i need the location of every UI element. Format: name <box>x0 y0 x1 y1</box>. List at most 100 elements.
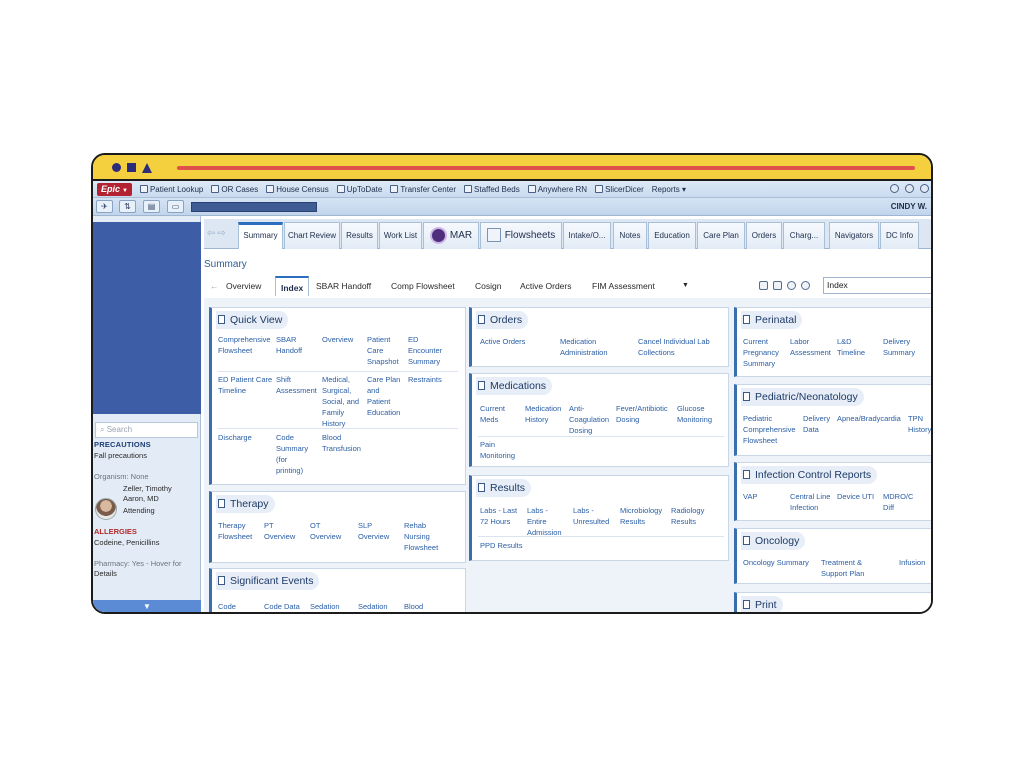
index-link[interactable]: SBAR Handoff <box>276 334 302 356</box>
index-link[interactable]: Rehab Nursing Flowsheet <box>404 520 438 553</box>
sidebar-search-input[interactable]: ⌕ Search <box>95 422 198 438</box>
index-link[interactable]: Pain Monitoring <box>480 439 515 461</box>
tab-intake-o[interactable]: Intake/O... <box>563 222 611 249</box>
index-link[interactable]: Labs - Unresulted <box>573 505 609 527</box>
tab-charg[interactable]: Charg... <box>783 222 825 249</box>
index-link[interactable]: Medication Administration <box>560 336 608 358</box>
index-link[interactable]: Labor Assessment <box>790 336 831 358</box>
index-link[interactable]: Microbiology Results <box>620 505 662 527</box>
tab-work-list[interactable]: Work List <box>379 222 422 249</box>
index-link[interactable]: Discharge <box>218 432 252 443</box>
index-link[interactable]: Active Orders <box>480 336 525 347</box>
index-link[interactable]: Medical, Surgical, Social, and Family Hi… <box>322 374 359 429</box>
back-arrow-icon[interactable]: ← <box>210 276 219 296</box>
folder-icon[interactable]: ▤ <box>143 200 160 213</box>
index-link[interactable]: Blood Transfusion <box>322 432 361 454</box>
index-link[interactable]: Sedation <box>358 601 388 612</box>
perinatal-card-title[interactable]: Perinatal <box>741 311 803 329</box>
index-link[interactable]: Current Meds <box>480 403 505 425</box>
tab-dc-info[interactable]: DC Info <box>880 222 919 249</box>
subtab-comp-flowsheet[interactable]: Comp Flowsheet <box>391 276 455 296</box>
menu-item[interactable]: House Census <box>266 185 329 194</box>
sidebar-scroll-down-button[interactable]: ▼ <box>93 600 201 612</box>
quick-view-card-title[interactable]: Quick View <box>216 311 289 329</box>
index-link[interactable]: Therapy Flowsheet <box>218 520 252 542</box>
oncology-card-title[interactable]: Oncology <box>741 532 806 550</box>
medications-card-title[interactable]: Medications <box>476 377 553 395</box>
back-forward-arrows-icon[interactable]: ⇦⇨ <box>207 228 228 239</box>
tab-navigators[interactable]: Navigators <box>829 222 879 249</box>
index-link[interactable]: Restraints <box>408 374 442 385</box>
index-link[interactable]: PT Overview <box>264 520 295 542</box>
index-link[interactable]: Code Data <box>264 601 300 612</box>
index-link[interactable]: Glucose Monitoring <box>677 403 712 425</box>
orders-card-title[interactable]: Orders <box>476 311 529 329</box>
index-link[interactable]: L&D Timeline <box>837 336 865 358</box>
index-link[interactable]: Comprehensive Flowsheet <box>218 334 271 356</box>
index-link[interactable]: Current Pregnancy Summary <box>743 336 779 369</box>
provider-name-line2[interactable]: Aaron, MD <box>123 494 159 504</box>
zoom-out-icon[interactable] <box>787 281 796 290</box>
index-search-input[interactable]: Index <box>823 277 931 294</box>
index-link[interactable]: Pediatric Comprehensive Flowsheet <box>743 413 796 446</box>
tab-education[interactable]: Education <box>648 222 696 249</box>
index-link[interactable]: Delivery Summary <box>883 336 915 358</box>
patient-header-bar[interactable] <box>191 202 317 212</box>
index-link[interactable]: Patient Care Snapshot <box>367 334 399 367</box>
tab-summary[interactable]: Summary <box>238 222 283 249</box>
index-link[interactable]: Delivery Data <box>803 413 830 435</box>
index-link[interactable]: Central Line Infection <box>790 491 830 513</box>
index-link[interactable]: ED Encounter Summary <box>408 334 442 367</box>
tab-flowsheets[interactable]: Flowsheets <box>480 222 562 249</box>
index-link[interactable]: Code <box>218 601 236 612</box>
screen-icon[interactable]: ▭ <box>167 200 184 213</box>
index-link[interactable]: OT Overview <box>310 520 341 542</box>
index-link[interactable]: Device UTI <box>837 491 874 502</box>
results-card-title[interactable]: Results <box>476 479 532 497</box>
index-link[interactable]: Medication History <box>525 403 561 425</box>
index-link[interactable]: Anti- Coagulation Dosing <box>569 403 609 436</box>
infection-control-card-title[interactable]: Infection Control Reports <box>741 466 878 484</box>
index-link[interactable]: Sedation <box>310 601 340 612</box>
subtab-index[interactable]: Index <box>275 276 310 296</box>
subtab-sbar-handoff[interactable]: SBAR Handoff <box>316 276 371 296</box>
index-link[interactable]: TPN History <box>908 413 931 435</box>
chevron-down-icon[interactable]: ▼ <box>682 276 689 296</box>
subtab-cosign[interactable]: Cosign <box>475 276 501 296</box>
therapy-card-title[interactable]: Therapy <box>216 495 275 513</box>
index-link[interactable]: Apnea/Bradycardia <box>837 413 901 424</box>
pharmacy-line1[interactable]: Pharmacy: Yes - Hover for <box>94 559 182 569</box>
menu-item[interactable]: OR Cases <box>211 185 258 194</box>
index-link[interactable]: Infusion <box>899 557 925 568</box>
print-card-title[interactable]: Print <box>741 596 783 612</box>
epic-menu-button[interactable]: Epic ▼ <box>97 182 132 196</box>
tab-mar[interactable]: MAR <box>423 222 479 249</box>
index-link[interactable]: Overview <box>322 334 353 345</box>
menu-item[interactable]: SlicerDicer <box>595 185 644 194</box>
index-link[interactable]: Fever/Antibiotic Dosing <box>616 403 668 425</box>
index-link[interactable]: Radiology Results <box>671 505 704 527</box>
tab-orders[interactable]: Orders <box>746 222 782 249</box>
pediatric-neonatology-card-title[interactable]: Pediatric/Neonatology <box>741 388 864 406</box>
tab-results[interactable]: Results <box>341 222 378 249</box>
index-link[interactable]: Blood <box>404 601 423 612</box>
index-link[interactable]: Care Plan and Patient Education <box>367 374 400 418</box>
pharmacy-line2[interactable]: Details <box>94 569 117 579</box>
menu-item[interactable]: Transfer Center <box>390 185 456 194</box>
menu-item[interactable]: Reports ▾ <box>652 185 686 194</box>
print-icon[interactable] <box>773 281 782 290</box>
provider-name-line1[interactable]: Zeller, Timothy <box>123 484 172 494</box>
index-link[interactable]: MDRO/C Diff <box>883 491 913 513</box>
index-link[interactable]: Code Summary (for printing) <box>276 432 308 476</box>
tab-care-plan[interactable]: Care Plan <box>697 222 745 249</box>
index-link[interactable]: SLP Overview <box>358 520 389 542</box>
menu-item[interactable]: Staffed Beds <box>464 185 520 194</box>
sort-icon[interactable]: ⇅ <box>119 200 136 213</box>
subtab-overview[interactable]: Overview <box>226 276 261 296</box>
index-link[interactable]: Labs - Entire Admission <box>527 505 562 538</box>
index-link[interactable]: VAP <box>743 491 757 502</box>
index-link[interactable]: ED Patient Care Timeline <box>218 374 272 396</box>
zoom-in-icon[interactable] <box>801 281 810 290</box>
menu-item[interactable]: Patient Lookup <box>139 185 203 194</box>
index-link[interactable]: Cancel Individual Lab Collections <box>638 336 710 358</box>
